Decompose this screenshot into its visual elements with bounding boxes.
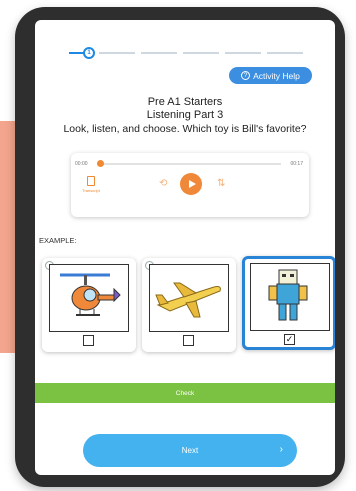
play-button[interactable] [180,173,202,195]
helicopter-image [49,264,129,332]
time-total: 00:17 [290,161,303,167]
tablet-frame: 1 ? Activity Help Pre A1 Starters Listen… [15,7,345,487]
activity-help-button[interactable]: ? Activity Help [229,67,312,84]
transcript-icon [87,176,95,186]
speed-icon[interactable]: ⇅ [217,178,225,189]
option-card-helicopter[interactable] [42,258,136,352]
level-title: Pre A1 Starters [147,96,223,108]
chevron-right-icon: › [279,444,283,455]
rewind-icon[interactable]: ⟲ [159,178,167,189]
option-checkbox[interactable] [183,335,194,346]
example-label: EXAMPLE: [39,236,77,245]
progress-segment [267,52,303,54]
next-label: Next [181,446,199,455]
activity-screen: 1 ? Activity Help Pre A1 Starters Listen… [35,20,335,475]
activity-help-label: Activity Help [253,70,300,81]
progress-segment [225,52,261,54]
airplane-image [149,264,229,332]
option-card-airplane[interactable] [142,258,236,352]
robot-image [250,263,330,331]
part-title: Listening Part 3 [146,109,224,121]
question-text: Look, listen, and choose. Which toy is B… [63,123,307,135]
check-button[interactable]: Check [35,383,335,403]
transcript-label: Transcript [82,188,100,193]
transcript-button[interactable]: Transcript [80,176,102,198]
seek-thumb[interactable] [97,160,104,167]
progress-segment [99,52,135,54]
step-progress: 1 [69,47,309,59]
time-elapsed: 00:00 [75,161,88,167]
progress-segment [183,52,219,54]
option-card-robot[interactable]: ✓ [242,256,335,350]
option-checkbox[interactable] [83,335,94,346]
audio-seek-bar[interactable] [97,163,281,165]
progress-current-step: 1 [83,47,95,59]
audio-player: 00:00 00:17 Transcript ⟲ ⇅ [71,153,309,217]
option-checkbox-checked[interactable]: ✓ [284,334,295,345]
next-button[interactable]: Next › [83,434,297,467]
question-circle-icon: ? [241,71,251,80]
progress-segment [141,52,177,54]
